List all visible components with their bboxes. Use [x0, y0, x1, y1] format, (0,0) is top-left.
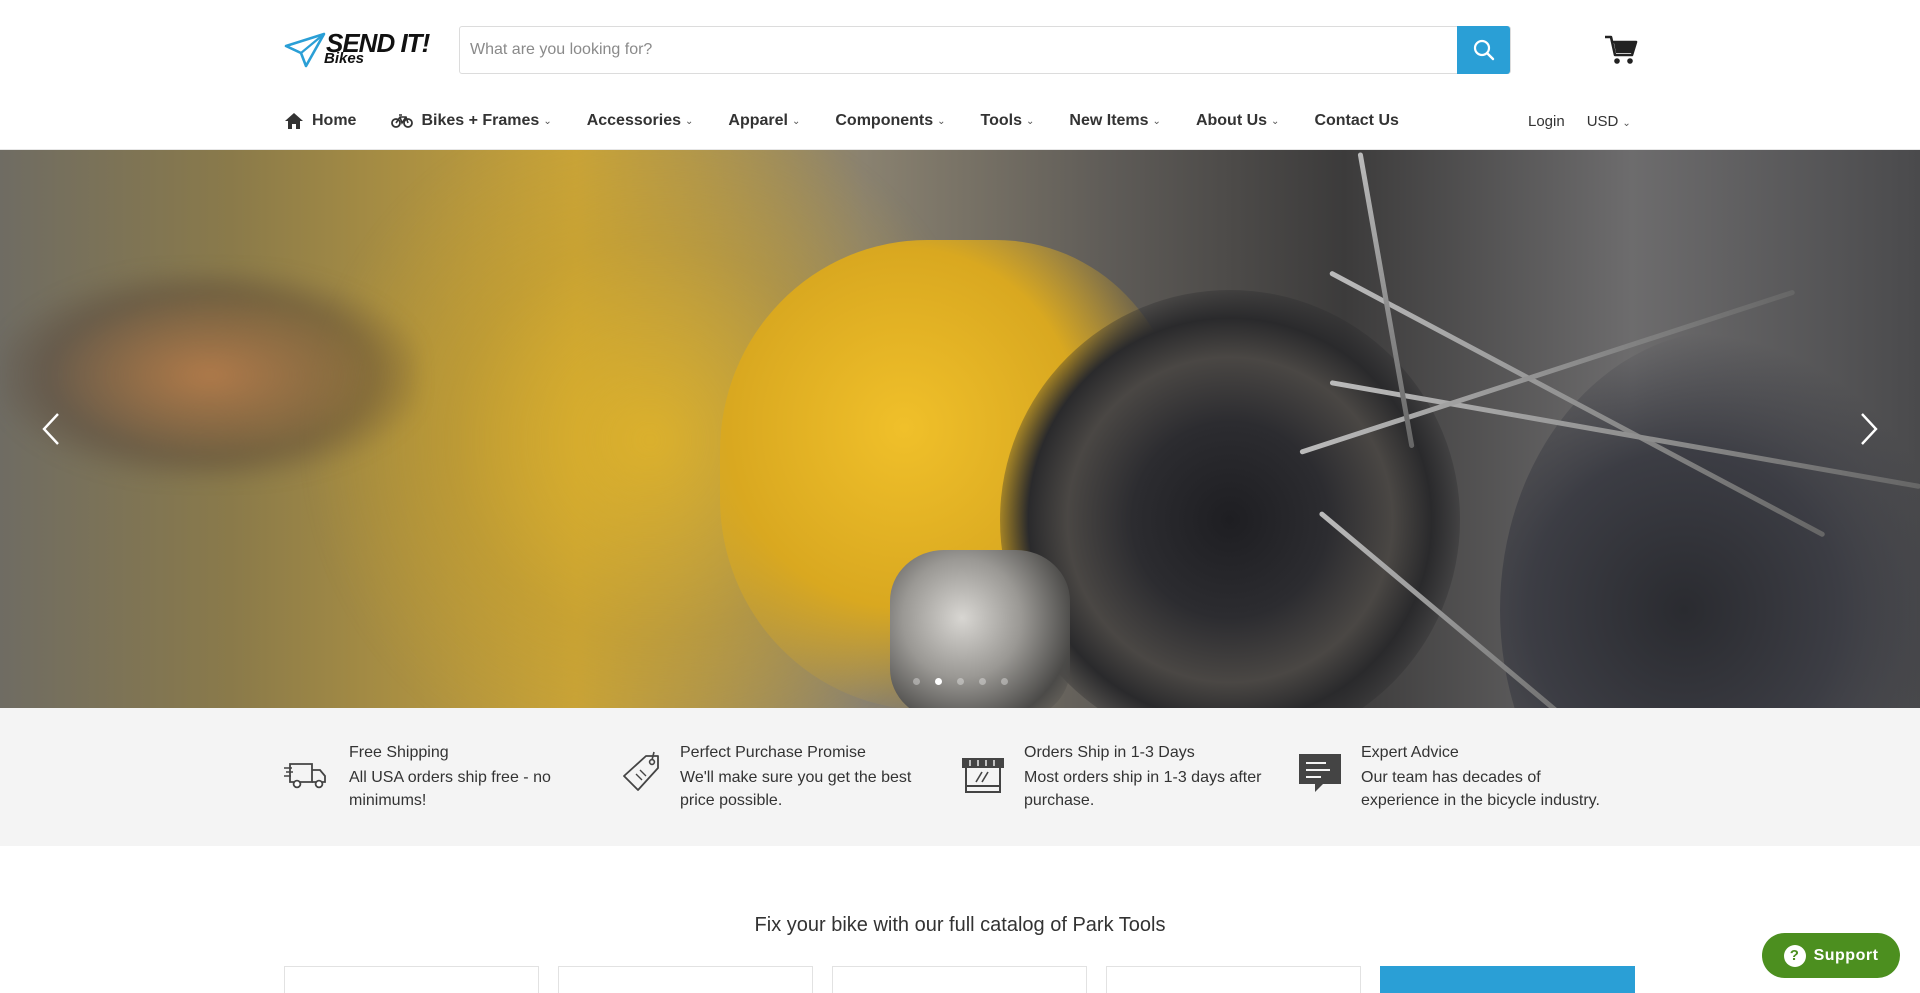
- feature-desc: We'll make sure you get the best price p…: [680, 769, 912, 809]
- nav-label: Apparel: [728, 112, 788, 129]
- product-card[interactable]: [1106, 966, 1361, 993]
- feature-desc: Our team has decades of experience in th…: [1361, 769, 1600, 809]
- nav-label: New Items: [1069, 112, 1149, 129]
- slider-dots: [913, 678, 1023, 685]
- feature-title: Free Shipping: [349, 744, 449, 761]
- feature-title: Orders Ship in 1-3 Days: [1024, 744, 1195, 761]
- chevron-down-icon: ⌄: [937, 115, 946, 127]
- support-button[interactable]: ? Support: [1762, 933, 1900, 978]
- paper-plane-icon: [284, 32, 326, 68]
- chevron-down-icon: ⌄: [791, 115, 801, 127]
- nav-item-bikes-frames[interactable]: Bikes + Frames ⌄: [391, 106, 552, 136]
- cart-button[interactable]: [1604, 34, 1638, 66]
- search-input[interactable]: [460, 27, 1457, 73]
- feature-title: Perfect Purchase Promise: [680, 744, 866, 761]
- chevron-down-icon: ⌄: [685, 115, 694, 127]
- site-header: SEND IT! Bikes Home: [0, 0, 1920, 150]
- slider-prev-button[interactable]: [40, 412, 64, 446]
- currency-selector[interactable]: USD ⌄: [1587, 113, 1631, 130]
- slider-dot[interactable]: [957, 678, 964, 685]
- home-icon: [285, 113, 303, 129]
- nav-label: Bikes + Frames: [421, 112, 540, 129]
- price-tag-icon: [623, 751, 659, 791]
- chevron-left-icon: [42, 413, 59, 445]
- product-card[interactable]: [284, 966, 539, 993]
- nav-item-about-us[interactable]: About Us ⌄: [1196, 106, 1280, 136]
- site-logo[interactable]: SEND IT! Bikes: [284, 28, 436, 72]
- slider-dot[interactable]: [979, 678, 986, 685]
- search-button[interactable]: [1457, 26, 1510, 74]
- nav-item-new-items[interactable]: New Items ⌄: [1069, 106, 1161, 136]
- product-card[interactable]: [558, 966, 813, 993]
- chat-bubble-icon: [1299, 754, 1341, 792]
- account-links: Login USD ⌄: [1528, 106, 1631, 136]
- hero-image: [0, 150, 1920, 708]
- feature-title: Expert Advice: [1361, 744, 1459, 761]
- bike-icon: [391, 114, 414, 128]
- chevron-down-icon: ⌄: [543, 115, 552, 127]
- delivery-truck-icon: [284, 763, 326, 789]
- feature-desc: Most orders ship in 1-3 days after purch…: [1024, 769, 1262, 809]
- chevron-down-icon: ⌄: [1026, 115, 1035, 127]
- nav-label: About Us: [1195, 112, 1268, 129]
- chevron-down-icon: ⌄: [1152, 115, 1161, 127]
- chevron-right-icon: [1861, 413, 1878, 445]
- chevron-down-icon: ⌄: [1622, 117, 1631, 129]
- help-icon: ?: [1783, 944, 1806, 967]
- slider-next-button[interactable]: [1856, 412, 1880, 446]
- product-card-featured[interactable]: [1380, 966, 1635, 993]
- nav-label: Accessories: [586, 112, 681, 129]
- login-link[interactable]: Login: [1528, 113, 1565, 130]
- currency-label: USD: [1586, 112, 1619, 130]
- feature-desc: All USA orders ship free - no minimums!: [349, 769, 551, 809]
- logo-sub-text: Bikes: [324, 50, 365, 67]
- nav-item-contact-us[interactable]: Contact Us: [1314, 106, 1398, 136]
- nav-label: Home: [312, 112, 357, 129]
- nav-item-components[interactable]: Components ⌄: [835, 106, 945, 136]
- nav-label: Tools: [980, 112, 1023, 129]
- cart-icon: [1605, 35, 1638, 64]
- product-card[interactable]: [832, 966, 1087, 993]
- nav-label: Contact Us: [1314, 112, 1399, 129]
- search-bar: [459, 26, 1511, 74]
- storefront-icon: [962, 758, 1004, 793]
- nav-item-accessories[interactable]: Accessories ⌄: [587, 106, 694, 136]
- hero-slider: [0, 150, 1920, 708]
- catalog-heading: Fix your bike with our full catalog of P…: [754, 914, 1166, 936]
- chevron-down-icon: ⌄: [1271, 115, 1280, 127]
- nav-item-apparel[interactable]: Apparel ⌄: [728, 106, 800, 136]
- nav-item-home[interactable]: Home: [284, 106, 356, 136]
- search-icon: [1473, 39, 1494, 61]
- main-nav: Home Bikes + Frames ⌄ Accessories ⌄ Appa…: [284, 106, 1434, 136]
- support-label: Support: [1813, 946, 1879, 964]
- slider-dot[interactable]: [1001, 678, 1008, 685]
- features-band: Free Shipping All USA orders ship free -…: [0, 708, 1920, 846]
- nav-label: Components: [835, 112, 934, 129]
- slider-dot-active[interactable]: [935, 678, 942, 685]
- slider-dot[interactable]: [913, 678, 920, 685]
- nav-item-tools[interactable]: Tools ⌄: [981, 106, 1035, 136]
